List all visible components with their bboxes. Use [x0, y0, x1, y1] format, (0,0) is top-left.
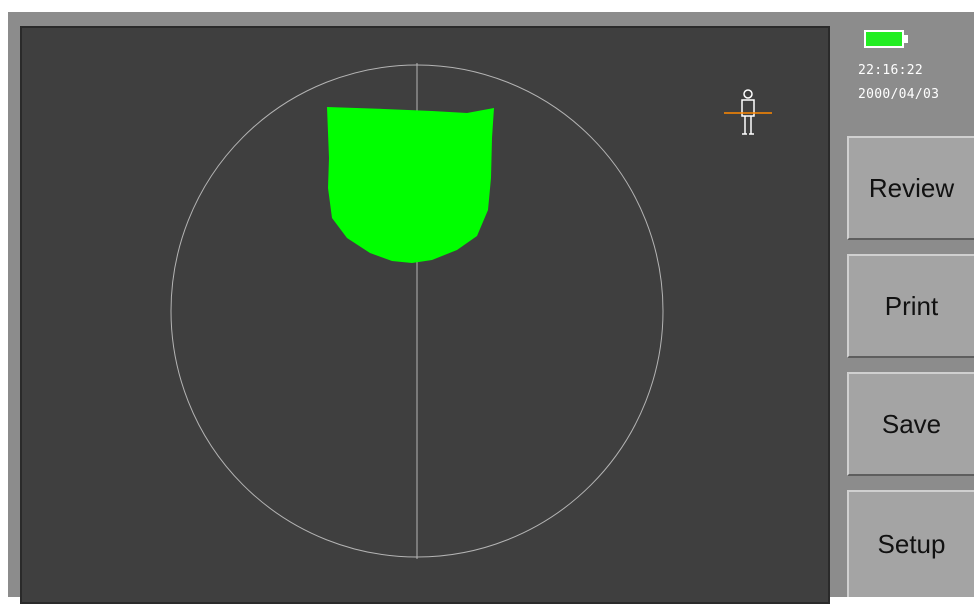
patient-orientation-icon: [724, 89, 772, 135]
status-area: 22:16:22 2000/04/03: [830, 12, 974, 130]
battery-full-icon: [864, 30, 908, 48]
clock-date: 2000/04/03: [858, 87, 940, 102]
print-button[interactable]: Print: [847, 254, 974, 358]
save-button[interactable]: Save: [847, 372, 974, 476]
imaging-view: [170, 63, 772, 559]
setup-button[interactable]: Setup: [847, 490, 974, 597]
screen-frame: 22:16:22 2000/04/03 Review Print Save Se…: [0, 0, 974, 604]
review-button[interactable]: Review: [847, 136, 974, 240]
clock-time: 22:16:22: [858, 63, 924, 78]
green-region-shape: [327, 107, 494, 263]
display-panel: [20, 26, 830, 604]
sidebar: 22:16:22 2000/04/03 Review Print Save Se…: [830, 12, 974, 597]
